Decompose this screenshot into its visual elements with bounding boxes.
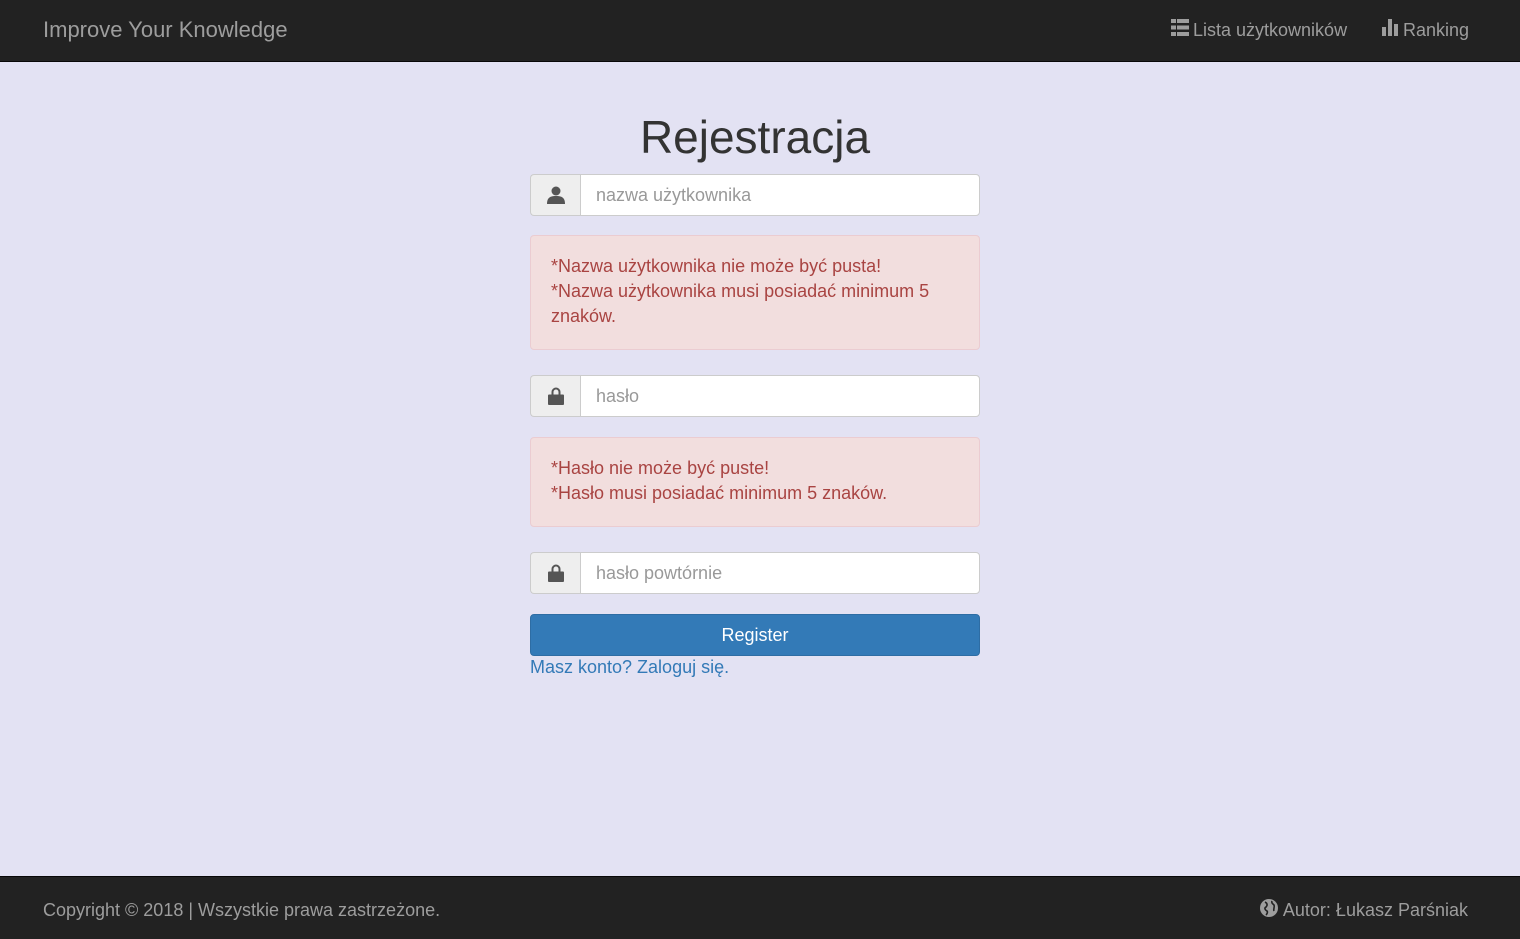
login-link[interactable]: Masz konto? Zaloguj się. — [530, 657, 729, 678]
username-input[interactable] — [580, 174, 980, 216]
brand-link[interactable]: Improve Your Knowledge — [43, 17, 288, 43]
password-error-alert: *Hasło nie może być puste! *Hasło musi p… — [530, 437, 980, 527]
top-navbar: Improve Your Knowledge Lista użytkownikó… — [0, 0, 1520, 62]
username-group — [530, 174, 980, 216]
username-error-length: *Nazwa użytkownika musi posiadać minimum… — [551, 281, 930, 326]
bar-chart-icon — [1382, 19, 1399, 41]
register-button[interactable]: Register — [530, 614, 980, 656]
lock-icon — [530, 552, 580, 594]
nav-users-link[interactable]: Lista użytkowników — [1171, 19, 1347, 41]
list-icon — [1171, 19, 1189, 41]
footer: Copyright © 2018 | Wszystkie prawa zastr… — [0, 876, 1520, 939]
password-error-empty: *Hasło nie może być puste! — [551, 458, 770, 478]
copyright-text: Copyright © 2018 | Wszystkie prawa zastr… — [43, 900, 441, 920]
username-error-empty: *Nazwa użytkownika nie może być pusta! — [551, 256, 882, 276]
lock-icon — [530, 375, 580, 417]
author-text: Autor: Łukasz Parśniak — [1282, 900, 1468, 920]
author-info: Autor: Łukasz Parśniak — [1259, 899, 1468, 922]
username-error-alert: *Nazwa użytkownika nie może być pusta! *… — [530, 235, 980, 350]
nav-ranking-label: Ranking — [1403, 19, 1470, 40]
page-title: Rejestracja — [639, 111, 871, 163]
globe-icon — [1259, 899, 1278, 922]
password-group — [530, 375, 980, 417]
password-repeat-group — [530, 552, 980, 594]
password-error-length: *Hasło musi posiadać minimum 5 znaków. — [551, 483, 888, 503]
password-input[interactable] — [580, 375, 980, 417]
password-repeat-input[interactable] — [580, 552, 980, 594]
nav-ranking-link[interactable]: Ranking — [1382, 19, 1469, 41]
user-icon — [530, 174, 580, 216]
nav-users-label: Lista użytkowników — [1193, 19, 1348, 40]
